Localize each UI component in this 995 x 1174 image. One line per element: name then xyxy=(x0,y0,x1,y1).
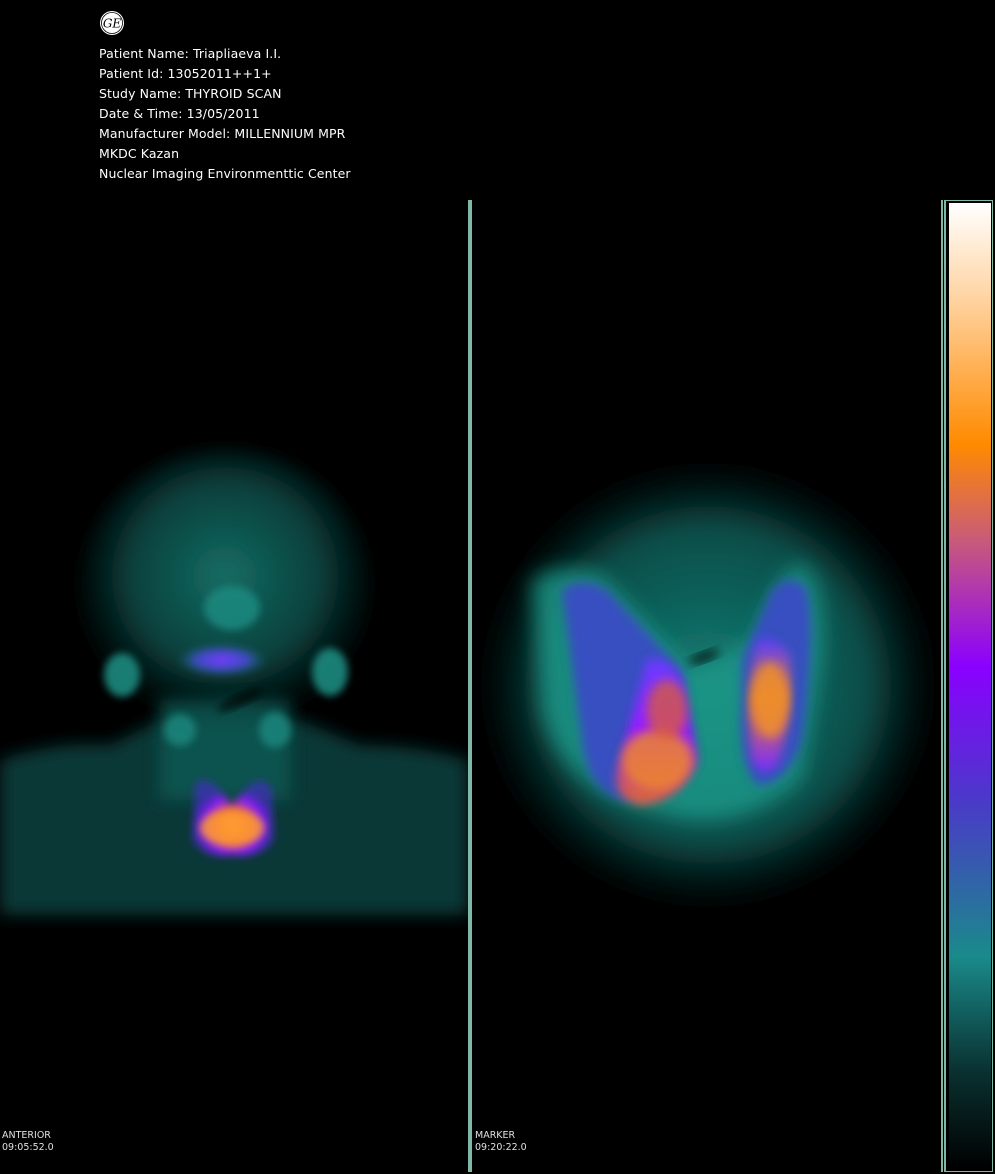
colorbar-divider xyxy=(941,200,943,1172)
date-time: Date & Time: 13/05/2011 xyxy=(99,106,260,121)
patient-name: Patient Name: Triapliaeva I.I. xyxy=(99,46,282,61)
acquisition-time: 09:05:52.0 xyxy=(2,1142,54,1153)
marker-scan-image xyxy=(478,460,938,910)
anterior-view-label: ANTERIOR 09:05:52.0 xyxy=(2,1130,54,1154)
ge-logo-icon: GE xyxy=(100,11,124,35)
acquisition-time: 09:20:22.0 xyxy=(475,1142,527,1153)
anterior-scan-image xyxy=(0,450,468,915)
marker-view-label: MARKER 09:20:22.0 xyxy=(475,1130,527,1154)
view-name: ANTERIOR xyxy=(2,1130,51,1141)
patient-id: Patient Id: 13052011++1+ xyxy=(99,66,272,81)
view-name: MARKER xyxy=(475,1130,516,1141)
institution-name: MKDC Kazan xyxy=(99,146,180,161)
marker-scan-panel[interactable]: MARKER 09:20:22.0 xyxy=(472,200,942,1172)
color-scale-bar xyxy=(949,203,991,1169)
manufacturer-model: Manufacturer Model: MILLENNIUM MPR xyxy=(99,126,346,141)
svg-text:GE: GE xyxy=(103,17,122,31)
anterior-scan-panel[interactable]: ANTERIOR 09:05:52.0 xyxy=(0,200,468,1172)
patient-info-header: GE Patient Name: Triapliaeva I.I. Patien… xyxy=(99,10,499,184)
department-name: Nuclear Imaging Environmenttic Center xyxy=(99,166,351,181)
color-scale-frame xyxy=(944,200,993,1172)
study-name: Study Name: THYROID SCAN xyxy=(99,86,282,101)
